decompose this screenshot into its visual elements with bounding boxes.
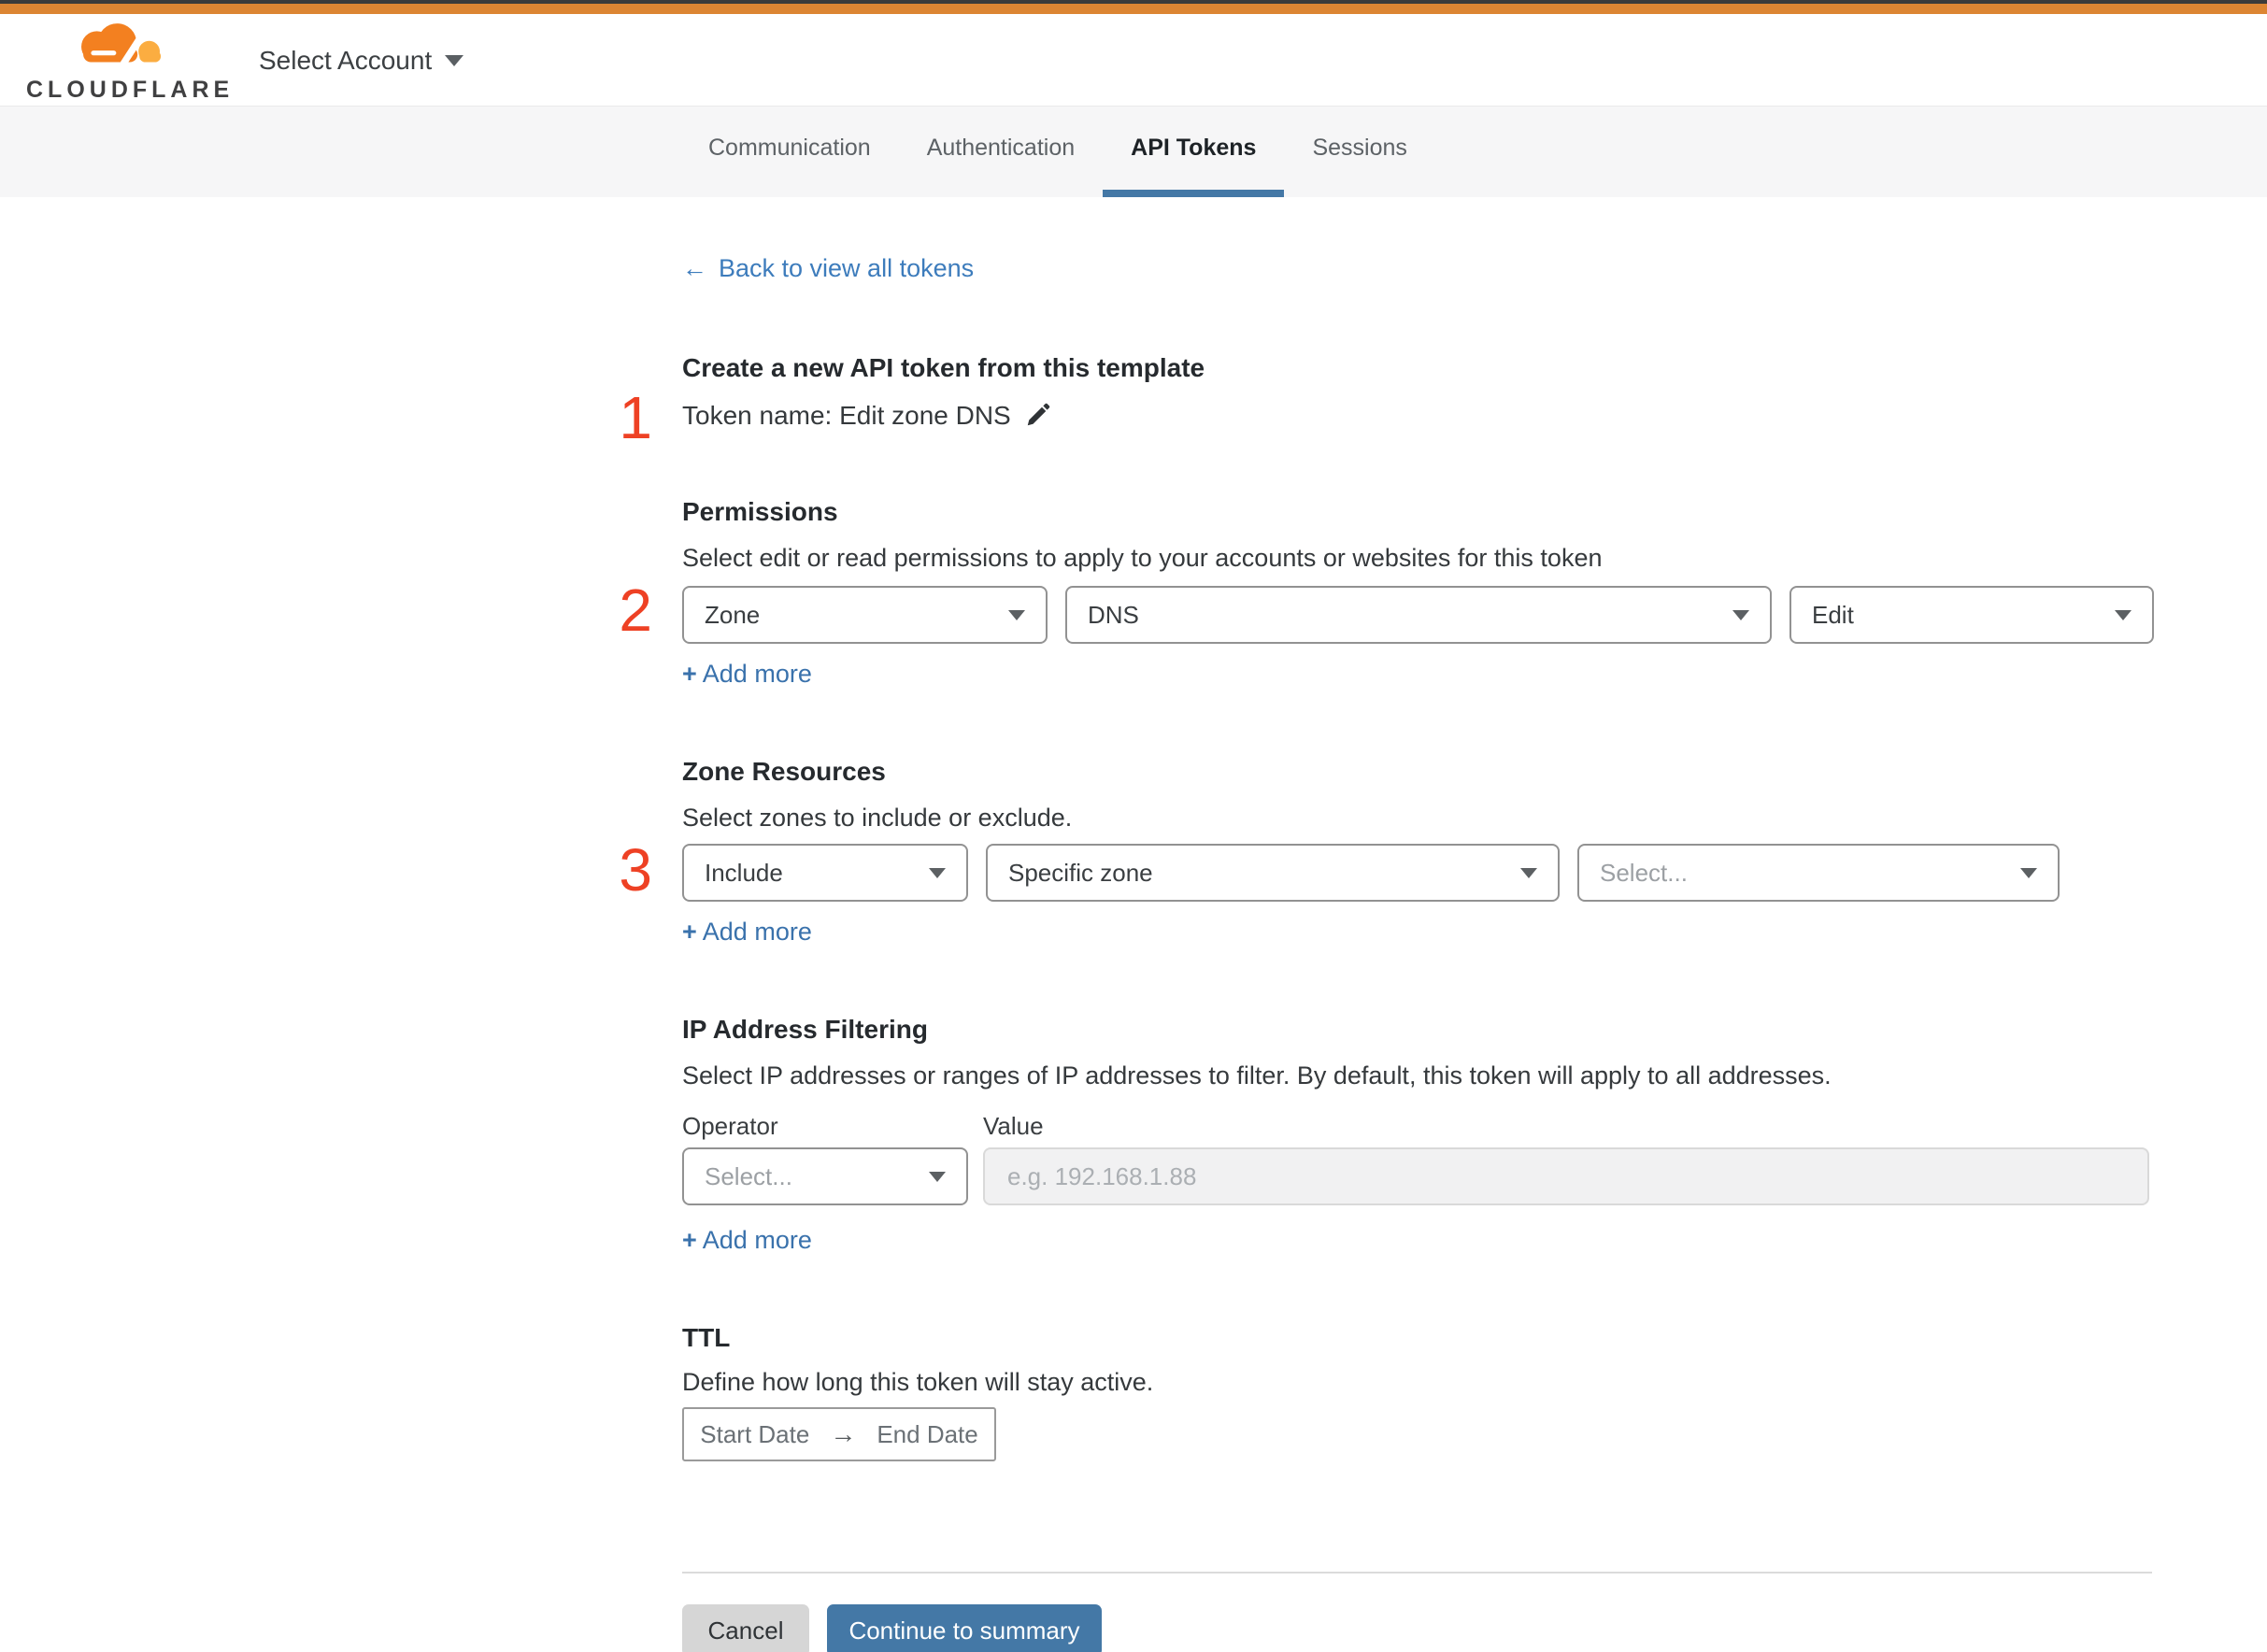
permission-group-select[interactable]: DNS (1065, 586, 1772, 644)
ip-operator-value: Select... (705, 1161, 792, 1190)
footer-divider (682, 1572, 2152, 1574)
chevron-down-icon (929, 867, 946, 878)
ip-operator-select[interactable]: Select... (682, 1147, 968, 1205)
cloudflare-cloud-icon (62, 23, 178, 78)
permission-access-select[interactable]: Edit (1789, 586, 2154, 644)
permission-scope-select[interactable]: Zone (682, 586, 1048, 644)
permissions-title: Permissions (682, 497, 838, 526)
zone-resources-add-more-link[interactable]: + Add more (682, 918, 812, 947)
start-date-placeholder: Start Date (700, 1419, 810, 1448)
permission-access-value: Edit (1812, 600, 1854, 629)
zone-resources-title: Zone Resources (682, 757, 886, 786)
permission-scope-value: Zone (705, 600, 761, 629)
add-more-label: Add more (702, 1226, 812, 1254)
zone-include-value: Include (705, 858, 783, 887)
header: CLOUDFLARE Select Account (0, 14, 2267, 106)
end-date-placeholder: End Date (877, 1419, 978, 1448)
plus-icon: + (682, 1226, 697, 1254)
tab-api-tokens[interactable]: API Tokens (1103, 107, 1285, 197)
permissions-add-more-link[interactable]: + Add more (682, 660, 812, 689)
ip-filtering-title: IP Address Filtering (682, 1015, 928, 1044)
create-token-title: Create a new API token from this templat… (682, 353, 1205, 382)
account-selector-label: Select Account (259, 46, 433, 75)
ip-filtering-description: Select IP addresses or ranges of IP addr… (682, 1061, 1832, 1089)
continue-to-summary-button[interactable]: Continue to summary (827, 1604, 1102, 1652)
tabs: Communication Authentication API Tokens … (680, 107, 1435, 197)
zone-type-select[interactable]: Specific zone (986, 844, 1560, 902)
footer-buttons: Cancel Continue to summary (682, 1604, 1102, 1652)
ttl-date-range-picker[interactable]: Start Date → End Date (682, 1407, 996, 1461)
zone-include-select[interactable]: Include (682, 844, 968, 902)
value-label: Value (983, 1112, 1044, 1140)
chevron-down-icon (929, 1171, 946, 1182)
cloudflare-api-token-page: CLOUDFLARE Select Account Communication … (0, 0, 2267, 1652)
plus-icon: + (682, 660, 697, 688)
cloudflare-logo[interactable]: CLOUDFLARE (26, 21, 235, 104)
chevron-down-icon (2020, 867, 2037, 878)
back-to-tokens-link[interactable]: ← Back to view all tokens (682, 254, 974, 283)
permissions-select-row: Zone DNS Edit (682, 586, 2154, 644)
chevron-down-icon (1520, 867, 1537, 878)
zone-type-value: Specific zone (1008, 858, 1153, 887)
chevron-down-icon (2115, 609, 2132, 620)
add-more-label: Add more (702, 660, 812, 688)
zone-resources-description: Select zones to include or exclude. (682, 804, 1073, 832)
ttl-title: TTL (682, 1323, 731, 1352)
tab-authentication[interactable]: Authentication (899, 107, 1103, 197)
zone-resources-select-row: Include Specific zone Select... (682, 844, 2060, 902)
plus-icon: + (682, 918, 697, 946)
operator-label: Operator (682, 1112, 778, 1140)
chevron-down-icon (1732, 609, 1749, 620)
permission-group-value: DNS (1088, 600, 1139, 629)
arrow-right-icon: → (830, 1419, 857, 1448)
ip-filtering-row: Select... e.g. 192.168.1.88 (682, 1147, 2149, 1205)
tab-sessions[interactable]: Sessions (1284, 107, 1434, 197)
account-selector[interactable]: Select Account (259, 40, 464, 81)
chevron-down-icon (445, 55, 464, 66)
cancel-button[interactable]: Cancel (682, 1604, 809, 1652)
zone-pick-value: Select... (1600, 858, 1688, 887)
brand-orange-bar (0, 4, 2267, 14)
step-number-2: 2 (619, 577, 652, 644)
token-name-text: Token name: Edit zone DNS (682, 400, 1011, 430)
back-link-label: Back to view all tokens (719, 254, 975, 282)
permissions-description: Select edit or read permissions to apply… (682, 544, 1603, 572)
ip-value-input[interactable]: e.g. 192.168.1.88 (983, 1147, 2149, 1205)
edit-pencil-icon[interactable] (1024, 401, 1052, 435)
add-more-label: Add more (702, 918, 812, 946)
token-name-row: Token name: Edit zone DNS (682, 398, 1052, 433)
back-arrow-icon: ← (682, 254, 707, 282)
ttl-description: Define how long this token will stay act… (682, 1368, 1154, 1396)
chevron-down-icon (1008, 609, 1025, 620)
ip-filtering-add-more-link[interactable]: + Add more (682, 1226, 812, 1255)
logo-wordmark: CLOUDFLARE (26, 77, 235, 103)
tab-bar: Communication Authentication API Tokens … (0, 106, 2267, 197)
zone-pick-select[interactable]: Select... (1577, 844, 2060, 902)
step-number-3: 3 (619, 836, 652, 904)
tab-communication[interactable]: Communication (680, 107, 899, 197)
ip-value-placeholder: e.g. 192.168.1.88 (1007, 1161, 1197, 1190)
step-number-1: 1 (619, 384, 652, 451)
